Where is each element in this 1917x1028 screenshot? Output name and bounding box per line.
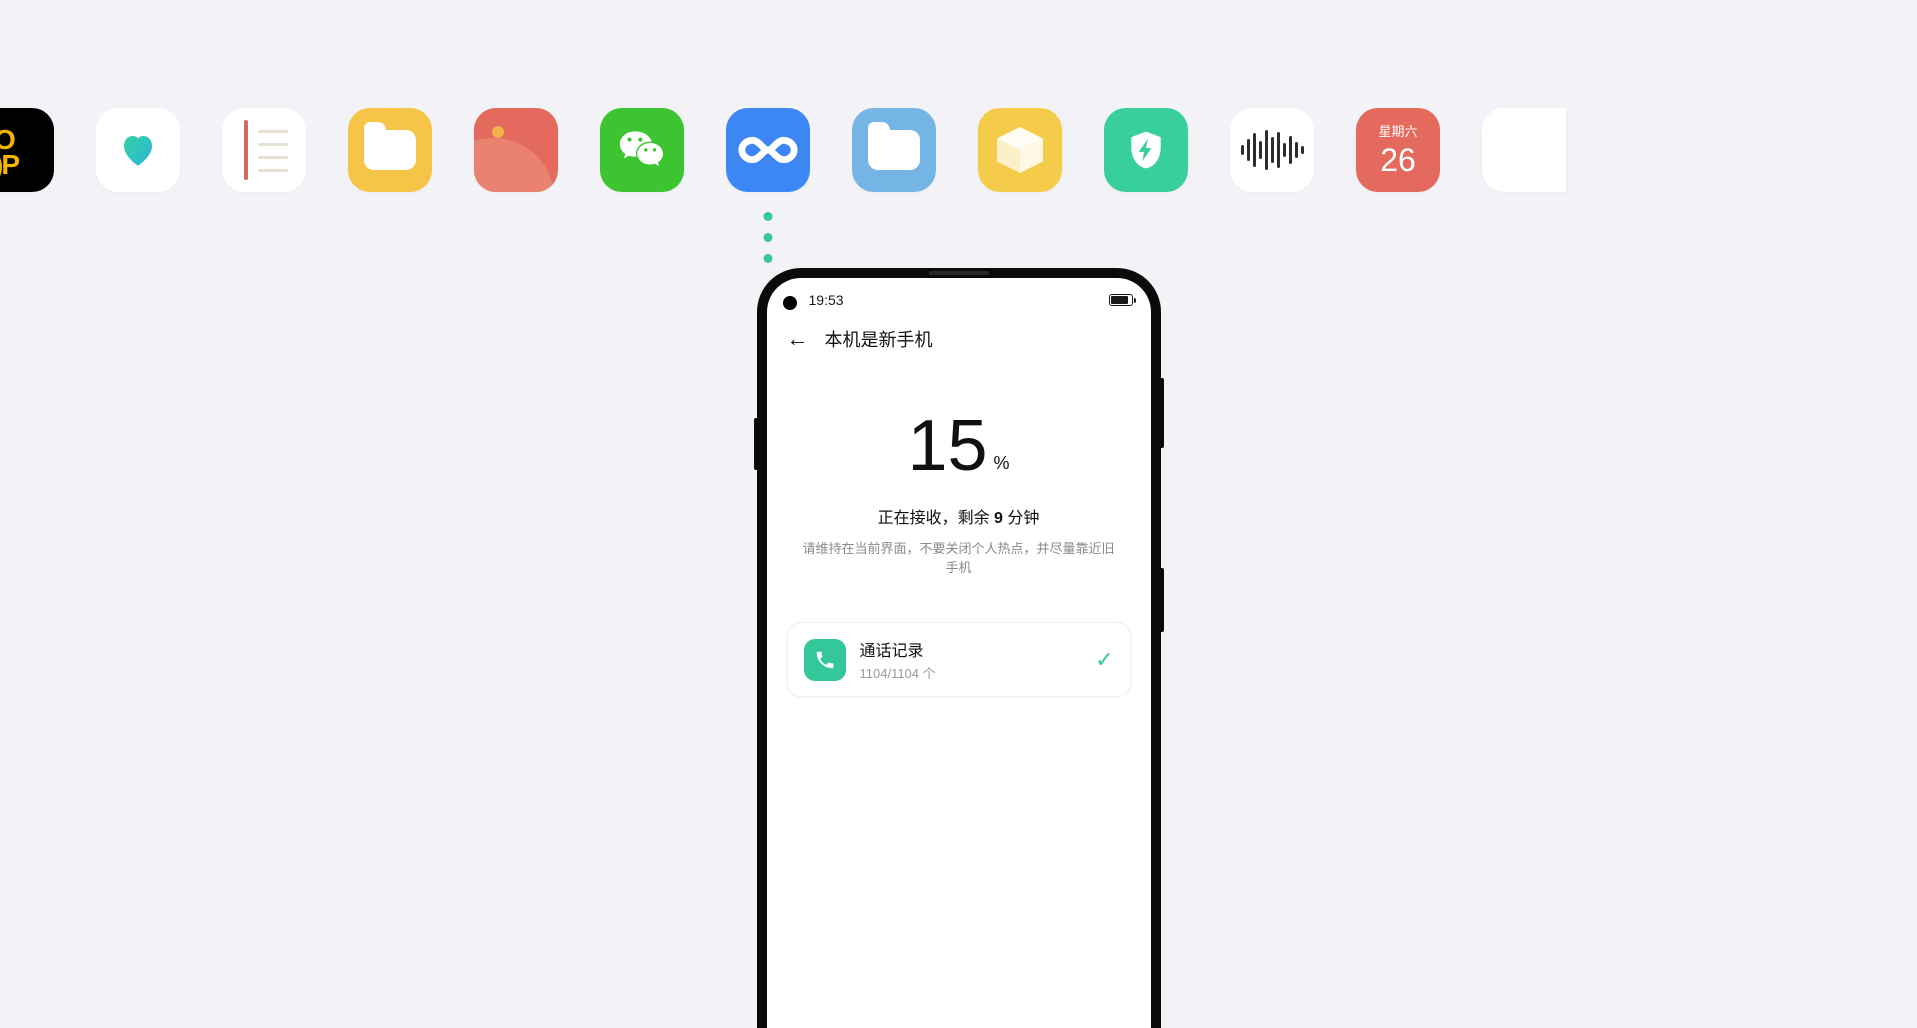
folder-icon	[868, 130, 920, 170]
phone-side-button	[754, 418, 757, 470]
security-app-icon[interactable]	[1104, 108, 1188, 192]
calendar-app-icon[interactable]: 星期六 26	[1356, 108, 1440, 192]
status-line: 正在接收，剩余 9 分钟	[767, 504, 1151, 528]
file-manager-icon[interactable]	[348, 108, 432, 192]
phone-clone-app-icon[interactable]	[726, 108, 810, 192]
note-spine	[244, 120, 248, 180]
back-button[interactable]: ←	[787, 328, 809, 350]
call-log-icon	[804, 639, 846, 681]
wechat-icon	[614, 122, 670, 178]
phone-side-button	[1161, 568, 1164, 632]
status-prefix: 正在接收，剩余	[878, 510, 994, 527]
item-name: 通话记录	[860, 637, 1082, 661]
shield-bolt-icon	[1124, 128, 1168, 172]
transfer-item-card[interactable]: 通话记录 1104/1104 个 ✓	[787, 622, 1131, 697]
phone-screen: 19:53 ← 本机是新手机 15 % 正在接收，剩余 9 分钟 请维持在当前界…	[767, 278, 1151, 1028]
note-lines	[258, 130, 288, 172]
battery-icon	[1109, 294, 1133, 306]
status-suffix: 分钟	[1003, 510, 1039, 527]
transfer-progress: 15 % 正在接收，剩余 9 分钟 请维持在当前界面，不要关闭个人热点，并尽量靠…	[767, 352, 1151, 576]
transfer-indicator-dots	[764, 192, 773, 263]
calendar-day: 26	[1380, 142, 1416, 179]
cube-icon	[997, 127, 1043, 173]
check-icon: ✓	[1095, 647, 1113, 673]
theme-store-icon[interactable]	[474, 108, 558, 192]
phone-mockup: 19:53 ← 本机是新手机 15 % 正在接收，剩余 9 分钟 请维持在当前界…	[757, 268, 1161, 1028]
nav-bar: ← 本机是新手机	[767, 322, 1151, 352]
phone-speaker	[929, 271, 989, 275]
soloop-app-icon[interactable]: O)P	[0, 108, 54, 192]
hint-text: 请维持在当前界面，不要关闭个人热点，并尽量靠近旧手机	[767, 538, 1151, 576]
app-market-icon[interactable]	[978, 108, 1062, 192]
folder-icon	[364, 130, 416, 170]
page-title: 本机是新手机	[825, 326, 933, 352]
phone-icon	[814, 649, 836, 671]
my-files-icon[interactable]	[852, 108, 936, 192]
percent-value: 15	[907, 410, 987, 482]
notes-app-icon[interactable]	[222, 108, 306, 192]
app-icon-strip: O)P	[0, 108, 1917, 192]
phone-side-button	[1161, 378, 1164, 448]
progress-percent: 15 %	[907, 410, 1009, 482]
partial-app-icon[interactable]	[1482, 108, 1566, 192]
status-time: 19:53	[809, 292, 844, 308]
camera-punch-hole	[783, 296, 797, 310]
health-app-icon[interactable]	[96, 108, 180, 192]
soloop-logo: O)P	[0, 127, 18, 177]
infinity-icon	[737, 133, 799, 167]
item-count: 1104/1104 个	[860, 663, 1082, 682]
heart-icon	[117, 129, 159, 171]
wechat-app-icon[interactable]	[600, 108, 684, 192]
percent-unit: %	[988, 454, 1010, 482]
calendar-dow: 星期六	[1378, 121, 1417, 140]
waveform-icon	[1241, 130, 1304, 170]
recorder-app-icon[interactable]	[1230, 108, 1314, 192]
status-bar: 19:53	[767, 278, 1151, 322]
